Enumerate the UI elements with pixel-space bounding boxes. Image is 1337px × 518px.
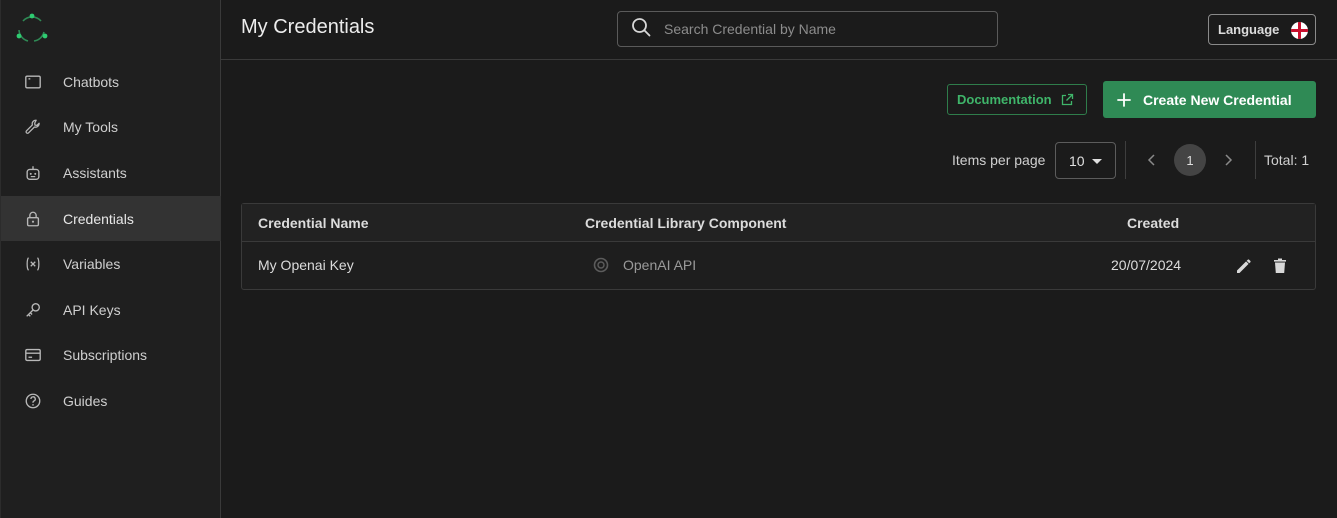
trash-icon — [1274, 258, 1286, 273]
sidebar-item-label: Credentials — [63, 210, 134, 227]
sidebar-item-assistants[interactable]: Assistants — [1, 150, 221, 196]
sidebar-nav: Chatbots My Tools Assistants Credentials — [1, 59, 221, 424]
plus-icon — [1117, 92, 1131, 107]
next-page-button[interactable] — [1218, 150, 1238, 170]
wrench-icon — [23, 117, 43, 137]
sidebar-item-label: Variables — [63, 256, 121, 273]
component-cell: OpenAI API — [623, 257, 697, 273]
search-box[interactable] — [617, 11, 998, 47]
sidebar-item-credentials[interactable]: Credentials — [1, 195, 221, 242]
caret-down-icon — [1092, 159, 1102, 164]
items-per-page-select[interactable]: 10 — [1055, 142, 1116, 179]
created-date-cell: 20/07/2024 — [1111, 257, 1182, 273]
column-header-name[interactable]: Credential Name — [258, 215, 368, 231]
key-icon — [23, 300, 43, 320]
app-logo[interactable] — [15, 12, 49, 46]
divider — [1125, 141, 1126, 179]
sidebar-item-label: Subscriptions — [63, 347, 148, 364]
table-row[interactable]: My Openai Key OpenAI API 20/07/2024 — [242, 242, 1315, 290]
delete-button[interactable] — [1270, 256, 1290, 276]
sidebar-item-label: Chatbots — [63, 73, 120, 90]
sidebar-item-chatbots[interactable]: Chatbots — [1, 59, 221, 105]
credentials-table: Credential Name Credential Library Compo… — [241, 203, 1316, 290]
sidebar-item-label: Assistants — [63, 164, 127, 181]
search-icon — [630, 16, 652, 43]
column-header-created[interactable]: Created — [1127, 215, 1179, 231]
chevron-left-icon — [1147, 154, 1155, 166]
documentation-label: Documentation — [957, 92, 1052, 107]
items-per-page-value: 10 — [1069, 152, 1085, 169]
sidebar-item-variables[interactable]: Variables — [1, 241, 221, 287]
sidebar-item-api-keys[interactable]: API Keys — [1, 287, 221, 333]
chevron-right-icon — [1225, 154, 1233, 166]
total-count: Total: 1 — [1264, 152, 1310, 168]
create-credential-label: Create New Credential — [1143, 91, 1292, 108]
app-root: Chatbots My Tools Assistants Credentials — [0, 0, 1337, 518]
language-label: Language — [1218, 22, 1280, 37]
sidebar-item-guides[interactable]: Guides — [1, 378, 221, 424]
edit-button[interactable] — [1234, 256, 1254, 276]
table-header: Credential Name Credential Library Compo… — [242, 204, 1315, 242]
credit-card-icon — [23, 345, 43, 365]
prev-page-button[interactable] — [1142, 150, 1162, 170]
items-per-page-label: Items per page — [952, 152, 1046, 168]
divider — [1255, 141, 1256, 179]
page-number-current[interactable]: 1 — [1174, 144, 1206, 176]
external-link-icon — [1061, 93, 1073, 105]
england-flag-icon — [1291, 22, 1308, 39]
help-circle-icon — [23, 391, 43, 411]
language-button[interactable]: Language — [1208, 14, 1316, 45]
openai-icon — [593, 257, 609, 273]
sidebar-item-label: Guides — [63, 392, 108, 409]
sidebar-item-label: API Keys — [63, 301, 121, 318]
documentation-button[interactable]: Documentation — [947, 84, 1087, 115]
top-header: My Credentials Language — [221, 0, 1337, 60]
create-credential-button[interactable]: Create New Credential — [1103, 81, 1316, 118]
sidebar-item-label: My Tools — [63, 119, 118, 136]
pencil-icon — [1237, 259, 1251, 273]
column-header-component[interactable]: Credential Library Component — [585, 215, 786, 231]
search-input[interactable] — [662, 20, 962, 38]
window-icon — [23, 72, 43, 92]
sidebar-item-my-tools[interactable]: My Tools — [1, 105, 221, 151]
sidebar-item-subscriptions[interactable]: Subscriptions — [1, 333, 221, 379]
robot-icon — [23, 163, 43, 183]
sidebar: Chatbots My Tools Assistants Credentials — [0, 0, 221, 518]
credential-name-cell: My Openai Key — [258, 257, 354, 273]
page-title: My Credentials — [241, 16, 375, 38]
variable-icon — [23, 254, 43, 274]
lock-icon — [23, 209, 43, 229]
